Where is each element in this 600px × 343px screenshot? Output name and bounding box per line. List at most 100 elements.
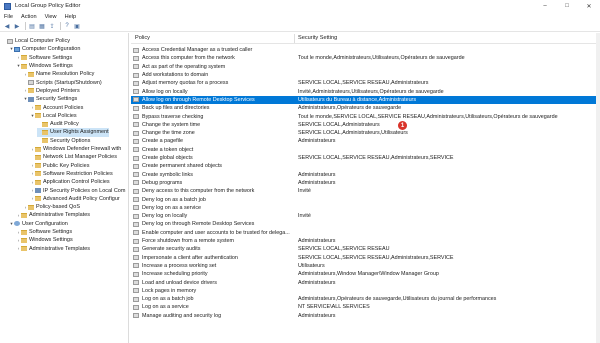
policy-icon [133,97,139,103]
table-row[interactable]: Force shutdown from a remote system Admin… [131,237,600,245]
close-button[interactable]: ✕ [578,0,600,12]
folder-icon [35,179,41,185]
table-row[interactable]: Act as part of the operating system [131,63,600,71]
tree-item-label: Security Options [50,137,91,144]
tree-item[interactable]: › Software Restriction Policies [30,170,113,178]
security-setting: Administrateurs [298,238,336,245]
tree-item[interactable]: › Policy-based QoS [23,203,80,211]
table-row[interactable]: Enable computer and user accounts to be … [131,229,600,237]
tree-item[interactable]: Network List Manager Policies [30,153,117,161]
window-controls: – □ ✕ [534,0,600,12]
policy-icon [133,130,139,136]
tree-item[interactable]: ▾ Local Policies [30,112,76,120]
maximize-button[interactable]: □ [556,0,578,12]
table-row[interactable]: Access Credential Manager as a trusted c… [131,46,600,54]
tree-item[interactable]: › Software Settings [16,228,72,236]
tree-item-label: IP Security Policies on Local Com [43,187,126,194]
tree-item[interactable]: › Windows Settings [16,236,73,244]
policy-icon [133,304,139,310]
back-icon[interactable]: ◀ [3,22,11,30]
tree-item[interactable]: Local Computer Policy [2,37,70,45]
minimize-button[interactable]: – [534,0,556,12]
tree-item[interactable]: › Software Settings [16,54,72,62]
show-hide-tree-icon[interactable]: ▦ [38,22,46,30]
table-row[interactable]: Log on as a batch job Administrateurs,Opé… [131,295,600,303]
menu-help[interactable]: Help [65,14,77,20]
properties-icon[interactable]: ? [63,22,71,30]
security-setting: SERVICE LOCAL,SERVICE RÉSEAU [298,246,390,253]
tree-item[interactable]: Audit Policy [37,120,79,128]
tree-item[interactable]: › Name Resolution Policy [23,70,95,78]
export-icon[interactable]: ⇪ [48,22,56,30]
table-row[interactable]: Create permanent shared objects [131,162,600,170]
menu-action[interactable]: Action [21,14,37,20]
security-setting: Utilisateurs du Bureau à distance,Admini… [298,96,417,103]
tree-item[interactable]: › Administrative Templates [16,211,90,219]
table-row[interactable]: Adjust memory quotas for a process SERVIC… [131,79,600,87]
shield-icon [28,96,34,102]
tree-item[interactable]: › IP Security Policies on Local Com [30,186,126,194]
toolbar-separator [60,22,61,30]
tree-item[interactable]: ▾ Computer Configuration [9,45,80,53]
column-divider[interactable] [294,34,295,43]
policy-name: Change the system time [142,121,201,128]
vertical-scrollbar[interactable] [596,33,600,343]
table-row[interactable]: Deny log on as a batch job [131,195,600,203]
table-row[interactable]: Increase a process working set Utilisateu… [131,262,600,270]
table-row[interactable]: Allow log on through Remote Desktop Serv… [131,95,600,105]
security-setting: Administrateurs [298,171,336,178]
table-row[interactable]: Manage auditing and security log Administ… [131,312,600,320]
table-row[interactable]: Debug programs Administrateurs [131,179,600,187]
table-row[interactable]: Increase scheduling priority Administrate… [131,270,600,278]
table-row[interactable]: Create symbolic links Administrateurs [131,171,600,179]
policy-name: Create symbolic links [142,171,193,178]
table-row[interactable]: Create a pagefile Administrateurs [131,137,600,145]
tree-item[interactable]: Security Options [37,137,90,145]
tree-item[interactable]: ▾ Windows Settings [16,62,72,70]
table-row[interactable]: Lock pages in memory [131,287,600,295]
table-row[interactable]: Log on as a service NT SERVICE\ALL SERVIC… [131,303,600,311]
tree-item[interactable]: › Advanced Audit Policy Configur [30,195,120,203]
tree-item[interactable]: › Windows Defender Firewall with [30,145,122,153]
tree-item-label: Windows Settings [29,237,73,244]
table-row[interactable]: Load and unload device drivers Administra… [131,278,600,286]
table-row[interactable]: Allow log on locally Invité,Administrateu… [131,88,600,96]
table-row[interactable]: Back up files and directories Administrat… [131,104,600,112]
security-setting: Tout le monde,SERVICE LOCAL,SERVICE RÉSE… [298,113,558,120]
policy-icon [133,221,139,227]
column-policy[interactable]: Policy [135,35,150,41]
tree-item[interactable]: › Application Control Policies [30,178,110,186]
tree-item[interactable]: User Rights Assignment [37,128,109,137]
table-row[interactable]: Change the time zone SERVICE LOCAL,Admini… [131,129,600,137]
policy-name: Deny access to this computer from the ne… [142,188,255,195]
policy-icon [133,296,139,302]
table-row[interactable]: Deny log on through Remote Desktop Servi… [131,220,600,228]
forward-icon[interactable]: ▶ [13,22,21,30]
tree-item[interactable]: ▾ Security Settings [23,95,77,103]
menu-view[interactable]: View [45,14,57,20]
table-row[interactable]: Impersonate a client after authenticatio… [131,254,600,262]
tree-item[interactable]: › Administrative Templates [16,245,90,253]
column-security-setting[interactable]: Security Setting [298,35,337,41]
table-row[interactable]: Bypass traverse checking Tout le monde,SE… [131,112,600,120]
computer-icon [14,46,20,52]
tree-item[interactable]: › Account Policies [30,103,84,111]
tree-item[interactable]: › Public Key Policies [30,162,90,170]
table-row[interactable]: Create global objects SERVICE LOCAL,SERVI… [131,154,600,162]
security-setting: Administrateurs,Opérateurs de sauvegarde… [298,296,497,303]
help-icon[interactable]: ▣ [73,22,81,30]
tree-item-label: Security Settings [36,96,78,103]
tree-item[interactable]: Scripts (Startup/Shutdown) [23,79,102,87]
folder-up-icon[interactable]: ▤ [28,22,36,30]
tree-item[interactable]: › Deployed Printers [23,87,80,95]
table-row[interactable]: Deny access to this computer from the ne… [131,187,600,195]
table-row[interactable]: Add workstations to domain [131,71,600,79]
table-row[interactable]: Generate security audits SERVICE LOCAL,SE… [131,245,600,253]
menu-file[interactable]: File [4,14,13,20]
tree-item[interactable]: ▾ User Configuration [9,220,68,228]
table-row[interactable]: Create a token object [131,146,600,154]
table-row[interactable]: Change the system time SERVICE LOCAL,Admi… [131,121,600,129]
table-row[interactable]: Deny log on locally Invité [131,212,600,220]
table-row[interactable]: Deny log on as a service [131,204,600,212]
table-row[interactable]: Access this computer from the network Tou… [131,54,600,62]
